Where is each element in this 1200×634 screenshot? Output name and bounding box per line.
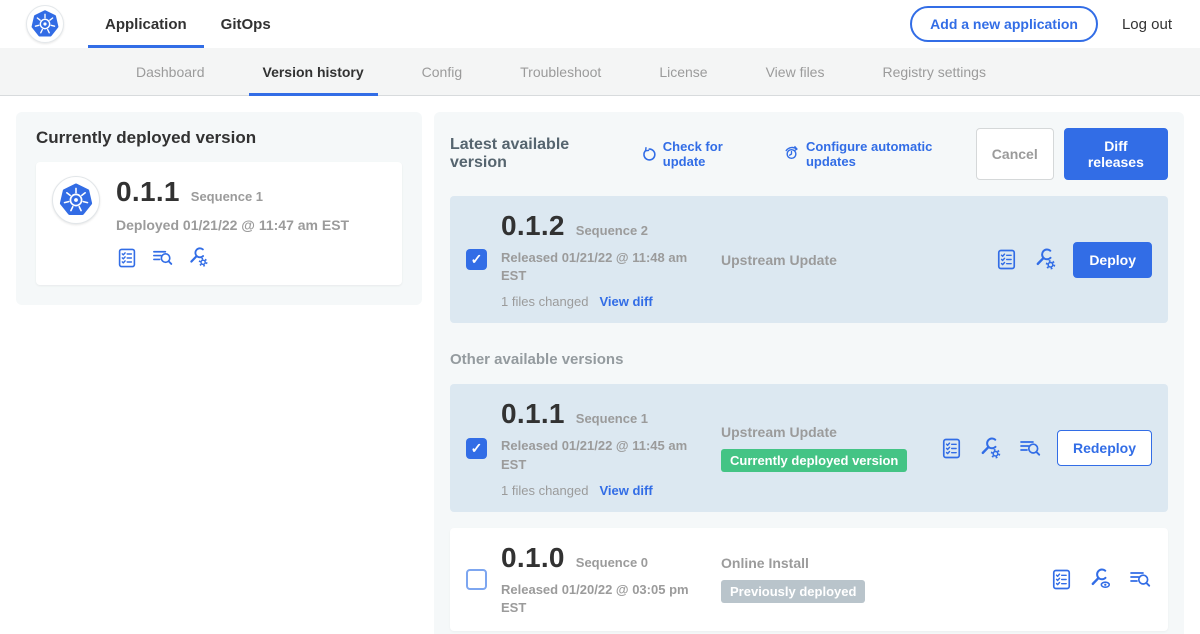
version-source-label: Upstream Update	[721, 424, 940, 440]
preflight-results-icon[interactable]	[1128, 567, 1152, 591]
version-actions	[1050, 567, 1152, 592]
currently-deployed-panel: Currently deployed version 0.1.1 Sequenc…	[16, 112, 422, 305]
released-timestamp: Released 01/21/22 @ 11:45 am EST	[501, 437, 699, 473]
released-timestamp: Released 01/21/22 @ 11:48 am EST	[501, 249, 699, 285]
subtab-config[interactable]: Config	[422, 48, 462, 95]
version-checkbox[interactable]	[466, 249, 487, 270]
kubernetes-logo-icon	[58, 182, 94, 218]
version-info-column: 0.1.2 Sequence 2 Released 01/21/22 @ 11:…	[501, 210, 721, 309]
released-timestamp: Released 01/20/22 @ 03:05 pm EST	[501, 581, 699, 617]
other-versions-heading: Other available versions	[450, 351, 1168, 368]
latest-version-title: Latest available version	[450, 136, 621, 172]
view-diff-link[interactable]: View diff	[599, 294, 652, 309]
deployed-version-info: 0.1.1 Sequence 1 Deployed 01/21/22 @ 11:…	[116, 176, 349, 269]
version-number: 0.1.1	[501, 398, 565, 430]
sequence-label: Sequence 2	[576, 223, 648, 238]
version-row-0-1-2: 0.1.2 Sequence 2 Released 01/21/22 @ 11:…	[450, 196, 1168, 323]
check-for-update-label: Check for update	[663, 139, 763, 169]
subtab-license-label: License	[659, 64, 707, 80]
logout-link[interactable]: Log out	[1122, 16, 1172, 33]
deployed-timestamp: Deployed 01/21/22 @ 11:47 am EST	[116, 217, 349, 233]
version-checkbox[interactable]	[466, 438, 487, 459]
release-notes-icon[interactable]	[116, 247, 138, 269]
cancel-button[interactable]: Cancel	[976, 128, 1054, 180]
subtab-license[interactable]: License	[659, 48, 707, 95]
available-versions-panel: Latest available version Check for updat…	[434, 112, 1184, 634]
app-sub-nav: Dashboard Version history Config Trouble…	[0, 48, 1200, 96]
subtab-view-files-label: View files	[766, 64, 825, 80]
tab-gitops[interactable]: GitOps	[204, 0, 288, 48]
main-content: Currently deployed version 0.1.1 Sequenc…	[0, 96, 1200, 634]
redeploy-button[interactable]: Redeploy	[1057, 430, 1152, 466]
add-application-button[interactable]: Add a new application	[910, 6, 1098, 42]
subtab-version-history-label: Version history	[263, 64, 364, 80]
subtab-view-files[interactable]: View files	[766, 48, 825, 95]
version-number: 0.1.2	[501, 210, 565, 242]
subtab-dashboard-label: Dashboard	[136, 64, 205, 80]
subtab-registry-settings-label: Registry settings	[882, 64, 985, 80]
version-info-column: 0.1.1 Sequence 1 Released 01/21/22 @ 11:…	[501, 398, 721, 497]
top-nav-tabs: Application GitOps	[88, 0, 288, 48]
version-source-column: Online Install Previously deployed	[721, 555, 1050, 603]
preflight-results-icon[interactable]	[151, 246, 174, 269]
edit-config-icon[interactable]	[1033, 247, 1058, 272]
kubernetes-logo-icon	[30, 9, 60, 39]
tab-application[interactable]: Application	[88, 0, 204, 48]
check-for-update-link[interactable]: Check for update	[641, 139, 763, 169]
edit-config-icon[interactable]	[187, 246, 210, 269]
subtab-troubleshoot-label: Troubleshoot	[520, 64, 601, 80]
configure-automatic-updates-link[interactable]: Configure automatic updates	[783, 139, 976, 169]
version-info-column: 0.1.0 Sequence 0 Released 01/20/22 @ 03:…	[501, 542, 721, 617]
version-source-label: Online Install	[721, 555, 1050, 571]
release-notes-icon[interactable]	[1050, 568, 1073, 591]
sequence-label: Sequence 0	[576, 555, 648, 570]
previously-deployed-badge: Previously deployed	[721, 580, 865, 603]
subtab-config-label: Config	[422, 64, 462, 80]
version-source-label: Upstream Update	[721, 252, 995, 268]
version-actions: Redeploy	[940, 430, 1152, 466]
view-diff-link[interactable]: View diff	[599, 483, 652, 498]
files-changed-label: 1 files changed	[501, 483, 588, 498]
deploy-button[interactable]: Deploy	[1073, 242, 1152, 278]
preflight-results-icon[interactable]	[1018, 436, 1042, 460]
version-row-0-1-0: 0.1.0 Sequence 0 Released 01/20/22 @ 03:…	[450, 528, 1168, 631]
view-config-icon[interactable]	[1088, 567, 1113, 592]
version-actions: Deploy	[995, 242, 1152, 278]
top-nav: Application GitOps Add a new application…	[0, 0, 1200, 48]
subtab-troubleshoot[interactable]: Troubleshoot	[520, 48, 601, 95]
deployed-sequence-label: Sequence 1	[191, 189, 263, 204]
release-notes-icon[interactable]	[940, 437, 963, 460]
configure-automatic-updates-label: Configure automatic updates	[806, 139, 976, 169]
refresh-icon	[641, 146, 657, 163]
schedule-update-icon	[783, 145, 800, 163]
version-source-column: Upstream Update Currently deployed versi…	[721, 424, 940, 472]
subtab-version-history[interactable]: Version history	[263, 48, 364, 95]
version-checkbox[interactable]	[466, 569, 487, 590]
files-changed-label: 1 files changed	[501, 294, 588, 309]
edit-config-icon[interactable]	[978, 436, 1003, 461]
version-number: 0.1.0	[501, 542, 565, 574]
tab-application-label: Application	[105, 16, 187, 33]
top-nav-right: Add a new application Log out	[910, 6, 1172, 42]
app-icon-badge	[52, 176, 100, 224]
app-logo[interactable]	[26, 5, 64, 43]
currently-deployed-badge: Currently deployed version	[721, 449, 907, 472]
latest-version-header: Latest available version Check for updat…	[450, 128, 1168, 180]
diff-releases-button[interactable]: Diff releases	[1064, 128, 1168, 180]
version-source-column: Upstream Update	[721, 252, 995, 268]
subtab-dashboard[interactable]: Dashboard	[136, 48, 205, 95]
tab-gitops-label: GitOps	[221, 16, 271, 33]
version-row-0-1-1: 0.1.1 Sequence 1 Released 01/21/22 @ 11:…	[450, 384, 1168, 511]
deployed-version-number: 0.1.1	[116, 176, 180, 208]
sequence-label: Sequence 1	[576, 411, 648, 426]
release-notes-icon[interactable]	[995, 248, 1018, 271]
subtab-registry-settings[interactable]: Registry settings	[882, 48, 985, 95]
currently-deployed-title: Currently deployed version	[36, 128, 402, 148]
currently-deployed-card: 0.1.1 Sequence 1 Deployed 01/21/22 @ 11:…	[36, 162, 402, 285]
